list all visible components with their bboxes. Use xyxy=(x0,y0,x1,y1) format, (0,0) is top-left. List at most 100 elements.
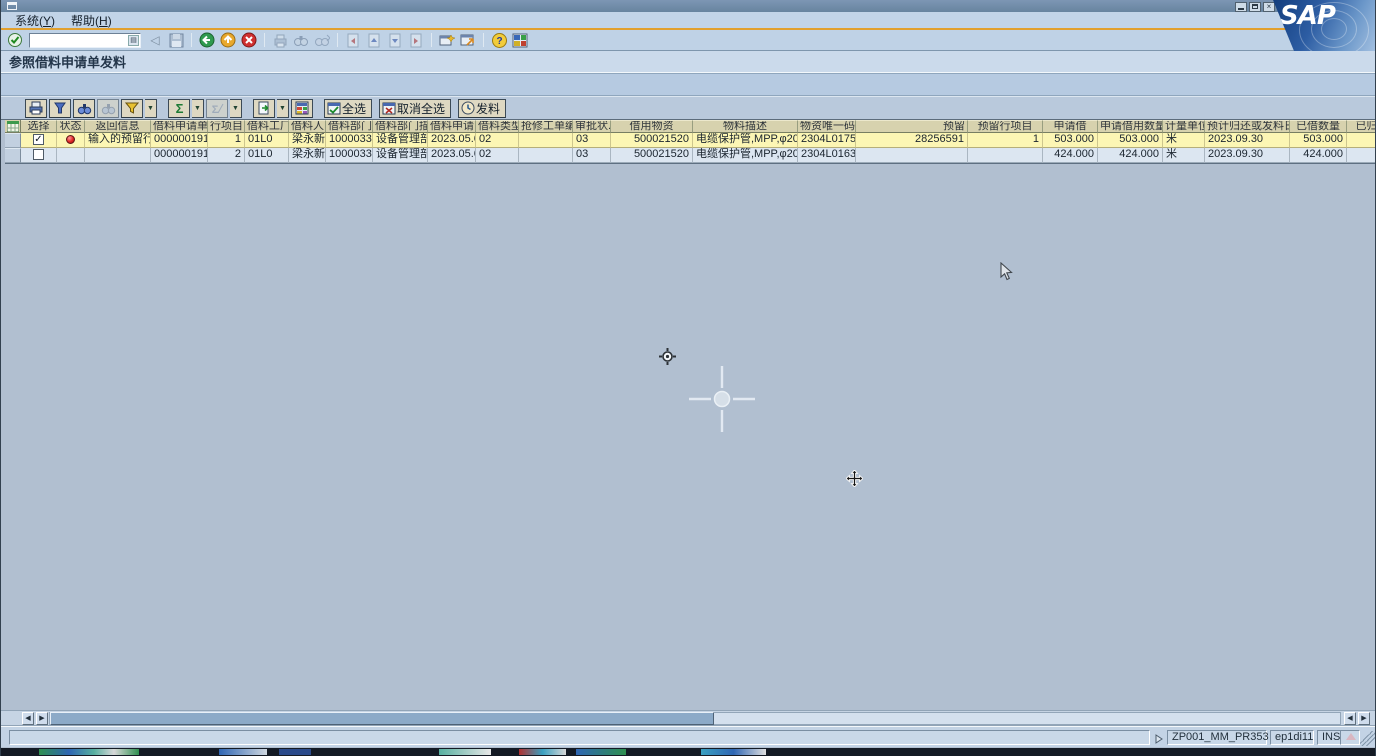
cell-uom[interactable]: 米 xyxy=(1163,148,1205,163)
scroll-left-end-icon[interactable]: ◀ xyxy=(1344,712,1356,725)
next-page-icon[interactable] xyxy=(386,32,404,49)
find-icon[interactable] xyxy=(292,32,310,49)
cell-borrower[interactable]: 梁永新 xyxy=(289,133,326,148)
scrollbar-thumb[interactable] xyxy=(50,712,714,725)
find-next-icon[interactable] xyxy=(313,32,331,49)
column-header-returned[interactable]: 已归 xyxy=(1347,120,1375,133)
cell-returned[interactable] xyxy=(1347,133,1375,148)
status-message-field[interactable] xyxy=(9,730,1150,745)
help-icon[interactable]: ? xyxy=(490,32,508,49)
cell-select[interactable] xyxy=(21,148,57,163)
cell-resv-item[interactable]: 1 xyxy=(968,133,1043,148)
column-header-uom[interactable]: 计量单位 xyxy=(1163,120,1205,133)
choose-layout-button[interactable] xyxy=(291,99,313,118)
cell-returned[interactable] xyxy=(1347,148,1375,163)
exit-icon[interactable] xyxy=(219,32,237,49)
subtotal-dropdown-icon[interactable]: ▼ xyxy=(230,99,242,118)
new-session-icon[interactable] xyxy=(438,32,456,49)
previous-page-icon[interactable] xyxy=(365,32,383,49)
cell-department[interactable]: 10000330 xyxy=(326,133,373,148)
cell-material[interactable]: 500021520 xyxy=(611,148,693,163)
cell-work-order[interactable] xyxy=(519,148,573,163)
column-header-borrow-type[interactable]: 借料类型 xyxy=(476,120,519,133)
column-header-department[interactable]: 借料部门 xyxy=(326,120,373,133)
column-header-req-qty[interactable]: 申请借用数量 xyxy=(1098,120,1163,133)
column-header-resv-item[interactable]: 预留行项目 xyxy=(968,120,1043,133)
cell-dept-desc[interactable]: 设备管理部 xyxy=(373,133,428,148)
cell-request-date[interactable]: 2023.05.09 xyxy=(428,133,476,148)
deselect-all-button[interactable]: 取消全选 xyxy=(379,99,451,118)
window-menu-icon[interactable] xyxy=(7,2,17,10)
cell-department[interactable]: 10000330 xyxy=(326,148,373,163)
find-button[interactable] xyxy=(73,99,95,118)
column-header-material[interactable]: 借用物资 xyxy=(611,120,693,133)
export-dropdown-icon[interactable]: ▼ xyxy=(277,99,289,118)
last-page-icon[interactable] xyxy=(407,32,425,49)
enter-icon[interactable] xyxy=(6,32,24,49)
save-icon[interactable] xyxy=(167,32,185,49)
cell-resv-item[interactable] xyxy=(968,148,1043,163)
column-header-borrower[interactable]: 借料人 xyxy=(289,120,326,133)
filter-dropdown-icon[interactable]: ▼ xyxy=(145,99,157,118)
column-header-select[interactable]: 选择 xyxy=(21,120,57,133)
column-header-unique-code[interactable]: 物资唯一码 xyxy=(798,120,856,133)
cell-borrower[interactable]: 梁永新 xyxy=(289,148,326,163)
cell-unique-code[interactable]: 2304L01751 xyxy=(798,133,856,148)
row-select-checkbox[interactable]: ✓ xyxy=(33,134,44,145)
cell-message[interactable] xyxy=(85,148,151,163)
menu-system[interactable]: 系统(Y) xyxy=(15,12,55,29)
column-header-status[interactable]: 状态 xyxy=(57,120,85,133)
filter-button[interactable] xyxy=(121,99,143,118)
cell-unique-code[interactable]: 2304L01635 xyxy=(798,148,856,163)
cell-plant[interactable]: 01L0 xyxy=(245,148,289,163)
horizontal-scrollbar[interactable]: ◀ ▶ ◀ ▶ xyxy=(1,710,1375,726)
column-header-req-borrow[interactable]: 申请借 xyxy=(1043,120,1098,133)
cell-req-borrow[interactable]: 503.000 xyxy=(1043,133,1098,148)
cell-request-no[interactable]: 0000001910 xyxy=(151,133,208,148)
cell-message[interactable]: 输入的预留行项 xyxy=(85,133,151,148)
collapse-icon[interactable]: ◁ xyxy=(146,32,164,49)
cell-borrow-type[interactable]: 02 xyxy=(476,133,519,148)
cell-return-date[interactable]: 2023.09.30 xyxy=(1205,133,1290,148)
cell-borrowed-qty[interactable]: 424.000 xyxy=(1290,148,1347,163)
cell-approval[interactable]: 03 xyxy=(573,148,611,163)
column-header-request-no[interactable]: 借料申请单.. xyxy=(151,120,208,133)
cell-mat-desc[interactable]: 电缆保护管,MPP,φ200 xyxy=(693,148,798,163)
cell-reservation[interactable]: 28256591 xyxy=(856,133,968,148)
cell-request-date[interactable]: 2023.05.09 xyxy=(428,148,476,163)
cell-line-item[interactable]: 2 xyxy=(208,148,245,163)
cancel-icon[interactable] xyxy=(240,32,258,49)
column-header-return-date[interactable]: 预计归还或发料日期 xyxy=(1205,120,1290,133)
cell-work-order[interactable] xyxy=(519,133,573,148)
column-header-reservation[interactable]: 预留 xyxy=(856,120,968,133)
cell-select[interactable]: ✓ xyxy=(21,133,57,148)
scroll-right-end-icon[interactable]: ▶ xyxy=(1358,712,1370,725)
cell-reservation[interactable] xyxy=(856,148,968,163)
maximize-button[interactable] xyxy=(1249,2,1261,12)
column-header-borrowed-qty[interactable]: 已借数量 xyxy=(1290,120,1347,133)
row-select-checkbox[interactable] xyxy=(33,149,44,160)
cell-status[interactable] xyxy=(57,148,85,163)
cell-line-item[interactable]: 1 xyxy=(208,133,245,148)
scroll-right-icon[interactable]: ▶ xyxy=(36,712,48,725)
column-header-mat-desc[interactable]: 物料描述 xyxy=(693,120,798,133)
print-button[interactable] xyxy=(25,99,47,118)
cell-req-qty[interactable]: 424.000 xyxy=(1098,148,1163,163)
column-header-approval[interactable]: 审批状.. xyxy=(573,120,611,133)
cell-dept-desc[interactable]: 设备管理部 xyxy=(373,148,428,163)
command-field[interactable]: ▤ xyxy=(29,33,141,48)
scroll-left-icon[interactable]: ◀ xyxy=(22,712,34,725)
cell-req-borrow[interactable]: 424.000 xyxy=(1043,148,1098,163)
cell-borrow-type[interactable]: 02 xyxy=(476,148,519,163)
cell-uom[interactable]: 米 xyxy=(1163,133,1205,148)
row-selector[interactable] xyxy=(5,133,21,148)
select-all-button[interactable]: 全选 xyxy=(324,99,372,118)
cell-borrowed-qty[interactable]: 503.000 xyxy=(1290,133,1347,148)
column-header-line-item[interactable]: 行项目 xyxy=(208,120,245,133)
column-header-request-date[interactable]: 借料申请日.. xyxy=(428,120,476,133)
column-header-dept-desc[interactable]: 借料部门描.. xyxy=(373,120,428,133)
cell-approval[interactable]: 03 xyxy=(573,133,611,148)
minimize-button[interactable] xyxy=(1235,2,1247,12)
sum-dropdown-icon[interactable]: ▼ xyxy=(192,99,204,118)
print-icon[interactable] xyxy=(271,32,289,49)
